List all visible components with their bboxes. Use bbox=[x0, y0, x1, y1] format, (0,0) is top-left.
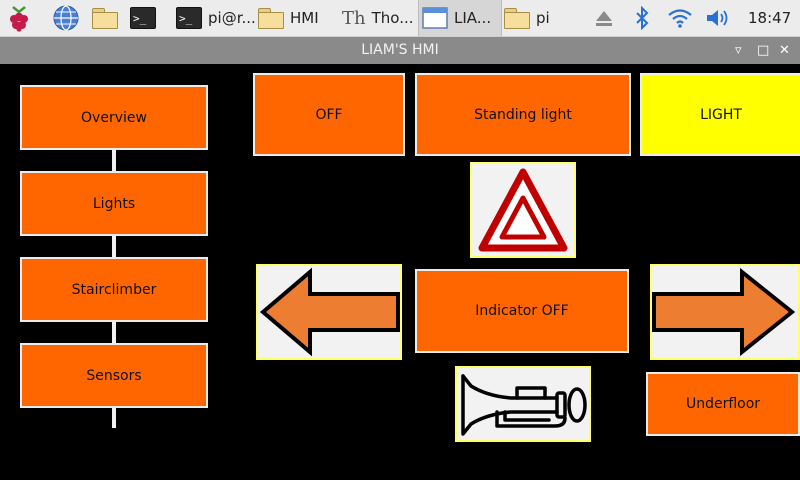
hazard-icon bbox=[478, 168, 568, 252]
wifi-icon[interactable] bbox=[667, 0, 693, 36]
window-icon bbox=[422, 7, 448, 29]
hazard-button[interactable] bbox=[470, 162, 576, 258]
indicator-off-button[interactable]: Indicator OFF bbox=[415, 269, 629, 353]
taskbar: >_ >_ pi@r... HMI Th Tho... LIA... pi 18… bbox=[0, 0, 800, 37]
eject-icon[interactable] bbox=[594, 0, 614, 36]
raspberry-menu-icon[interactable] bbox=[6, 0, 32, 36]
task-label: LIA... bbox=[454, 9, 492, 27]
nav-connector bbox=[112, 406, 116, 428]
left-indicator-button[interactable] bbox=[256, 264, 402, 360]
horn-icon bbox=[461, 374, 587, 436]
horn-button[interactable] bbox=[455, 366, 591, 442]
task-label: pi@r... bbox=[208, 9, 256, 27]
nav-connector bbox=[112, 234, 116, 258]
arrow-right-icon bbox=[652, 267, 796, 357]
folder-icon bbox=[258, 8, 284, 29]
standing-light-button[interactable]: Standing light bbox=[415, 73, 631, 156]
browser-globe-icon[interactable] bbox=[52, 0, 80, 36]
terminal-icon: >_ bbox=[176, 7, 202, 29]
thonny-icon: Th bbox=[342, 7, 366, 29]
nav-overview-button[interactable]: Overview bbox=[20, 85, 208, 150]
right-indicator-button[interactable] bbox=[650, 264, 800, 360]
arrow-left-icon bbox=[259, 267, 400, 357]
terminal-launcher-icon[interactable]: >_ bbox=[130, 0, 156, 36]
task-hmi-window[interactable]: LIA... bbox=[422, 0, 491, 36]
task-label: Tho... bbox=[371, 9, 414, 27]
window-title: LIAM'S HMI bbox=[361, 42, 439, 58]
task-label: pi bbox=[536, 9, 550, 27]
minimize-icon[interactable]: ▿ bbox=[735, 37, 742, 64]
light-button[interactable]: LIGHT bbox=[640, 73, 800, 156]
window-titlebar[interactable]: LIAM'S HMI ▿ □ ✕ bbox=[0, 37, 800, 64]
nav-lights-button[interactable]: Lights bbox=[20, 171, 208, 236]
task-hmi-folder[interactable]: HMI bbox=[258, 0, 319, 36]
nav-connector bbox=[112, 320, 116, 344]
maximize-icon[interactable]: □ bbox=[757, 37, 769, 64]
nav-stairclimber-button[interactable]: Stairclimber bbox=[20, 257, 208, 322]
task-thonny[interactable]: Th Tho... bbox=[342, 0, 414, 36]
nav-connector bbox=[112, 148, 116, 172]
folder-icon bbox=[504, 8, 530, 29]
file-manager-icon[interactable] bbox=[92, 0, 118, 36]
underfloor-button[interactable]: Underfloor bbox=[646, 372, 800, 436]
off-button[interactable]: OFF bbox=[253, 73, 405, 156]
bluetooth-icon[interactable] bbox=[634, 0, 650, 36]
task-pi-folder[interactable]: pi bbox=[504, 0, 550, 36]
close-icon[interactable]: ✕ bbox=[779, 37, 790, 64]
volume-icon[interactable] bbox=[705, 0, 733, 36]
nav-sensors-button[interactable]: Sensors bbox=[20, 343, 208, 408]
task-terminal[interactable]: >_ pi@r... bbox=[176, 0, 256, 36]
clock[interactable]: 18:47 bbox=[748, 0, 791, 36]
task-label: HMI bbox=[290, 9, 319, 27]
